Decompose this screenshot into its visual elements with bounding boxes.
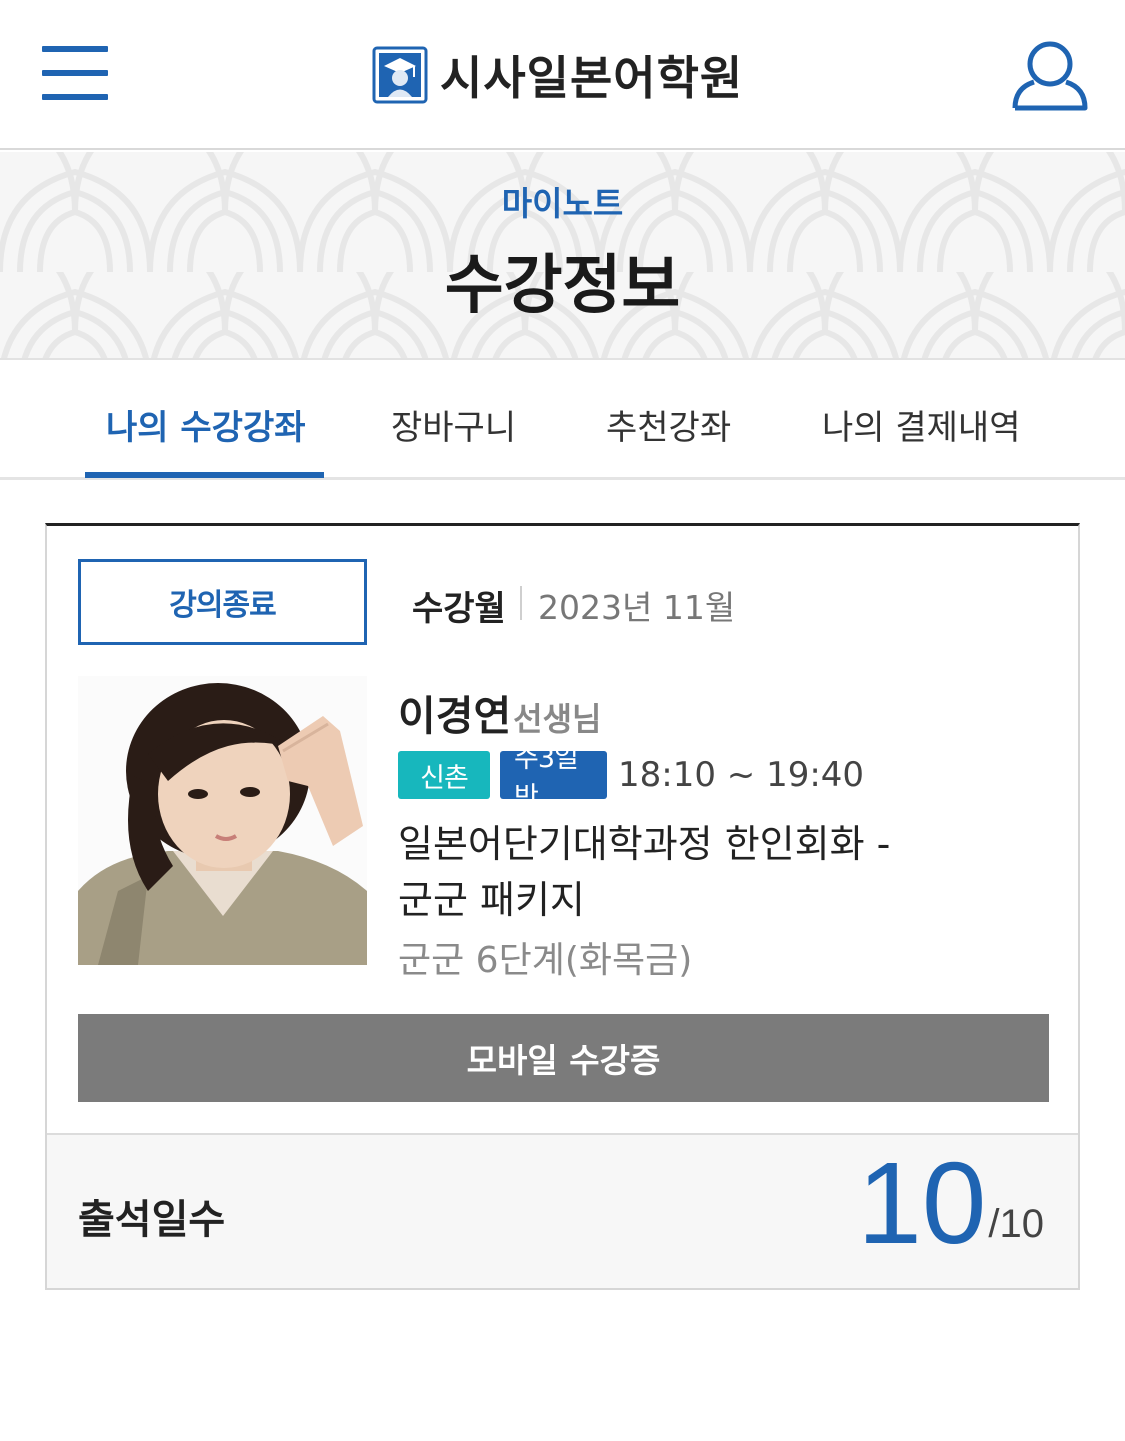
course-level: 군군 6단계(화목금) xyxy=(398,940,693,981)
attendance-label: 출석일수 xyxy=(78,1197,226,1243)
attendance-value: 10 /10 xyxy=(857,1143,1044,1263)
academy-name: 시사일본어학원 xyxy=(440,51,744,105)
tab-payment-history[interactable]: 나의 결제내역 xyxy=(822,400,1021,449)
app-header: 시사일본어학원 xyxy=(0,0,1125,150)
academy-emblem-icon xyxy=(372,46,428,104)
info-tabs: 나의 수강강좌 장바구니 추천강좌 나의 결제내역 xyxy=(0,362,1125,480)
user-icon[interactable] xyxy=(1010,38,1090,114)
course-card: 강의종료 수강월 2023년 11월 이경연선생님 신촌 주3일반 18:10 … xyxy=(45,523,1080,1290)
active-tab-indicator xyxy=(85,472,324,478)
divider xyxy=(520,586,522,620)
tab-cart[interactable]: 장바구니 xyxy=(391,400,516,449)
month-label: 수강월 xyxy=(412,589,506,629)
attendance-count: 10 xyxy=(857,1138,987,1268)
attendance-panel: 출석일수 10 /10 xyxy=(47,1133,1078,1288)
month-value: 2023년 11월 xyxy=(538,588,736,627)
class-time: 18:10 ~ 19:40 xyxy=(618,755,865,795)
mobile-pass-button[interactable]: 모바일 수강증 xyxy=(78,1014,1049,1102)
status-badge: 강의종료 xyxy=(78,559,367,645)
hamburger-menu-icon[interactable] xyxy=(42,44,108,102)
course-title-line: 군군 패키지 xyxy=(398,878,585,922)
page-title: 수강정보 xyxy=(444,249,681,323)
attendance-total: /10 xyxy=(988,1202,1044,1246)
tab-recommended[interactable]: 추천강좌 xyxy=(606,400,731,449)
teacher-suffix: 선생님 xyxy=(513,700,602,738)
page-hero: 마이노트 수강정보 xyxy=(0,152,1125,360)
hero-subtitle: 마이노트 xyxy=(501,184,624,223)
course-title-line: 일본어단기대학과정 한인회화 - xyxy=(398,822,891,866)
course-title: 일본어단기대학과정 한인회화 - 군군 패키지 xyxy=(398,816,958,928)
branch-tag: 신촌 xyxy=(398,751,490,799)
academy-logo[interactable]: 시사일본어학원 xyxy=(372,44,743,106)
tab-my-courses[interactable]: 나의 수강강좌 xyxy=(106,400,306,449)
schedule-tag: 주3일반 xyxy=(500,743,607,813)
class-tags: 신촌 주3일반 18:10 ~ 19:40 xyxy=(398,743,865,813)
teacher-name: 이경연 xyxy=(398,692,512,740)
teacher-photo xyxy=(78,676,367,965)
teacher-name-line: 이경연선생님 xyxy=(398,682,602,742)
